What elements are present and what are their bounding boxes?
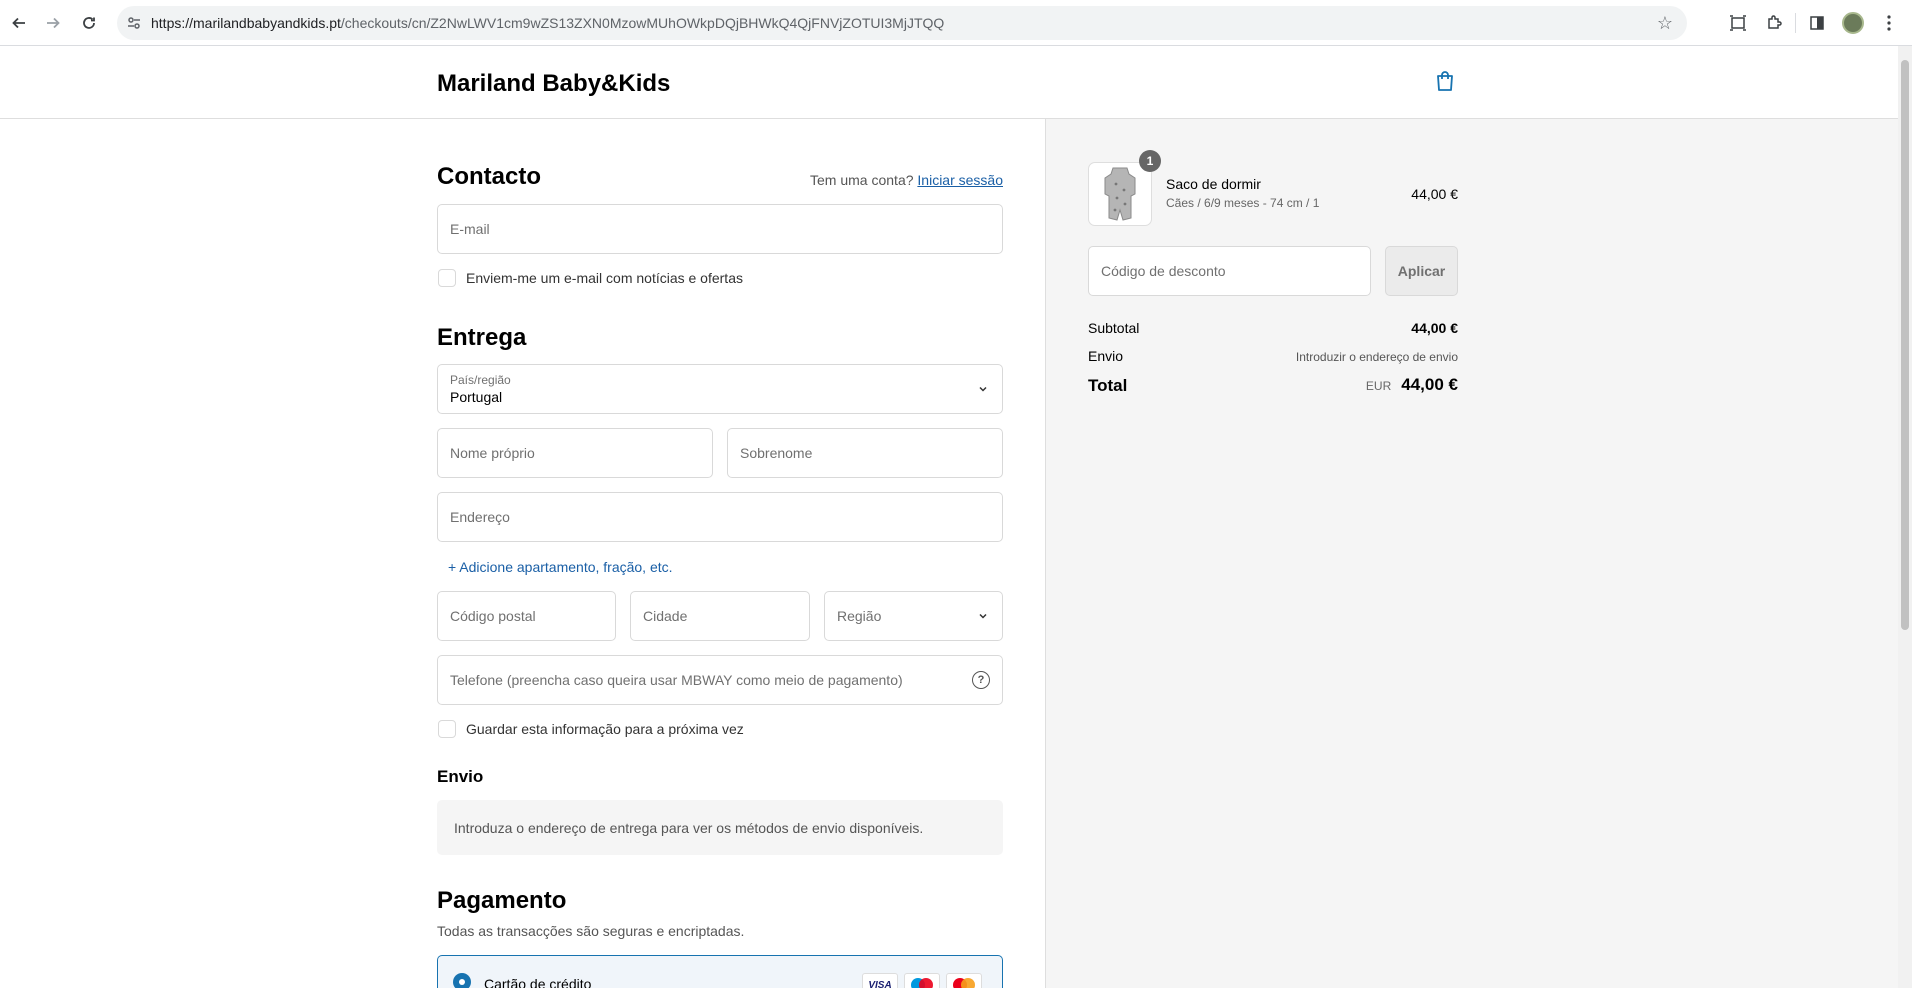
payment-heading: Pagamento (437, 887, 567, 914)
last-name-input[interactable] (740, 445, 990, 461)
account-prompt-text: Tem uma conta? (810, 172, 914, 188)
scrollbar-thumb[interactable] (1901, 60, 1909, 630)
mastercard-icon (946, 973, 982, 988)
save-info-checkbox[interactable] (438, 720, 456, 738)
url-path: /checkouts/cn/Z2NwLWV1cm9wZS13ZXN0MzowMU… (340, 15, 945, 31)
account-prompt: Tem uma conta? Iniciar sessão (810, 172, 1003, 188)
email-field[interactable] (437, 204, 1003, 254)
shipping-label: Envio (1088, 348, 1124, 364)
help-icon[interactable]: ? (972, 671, 990, 689)
email-input[interactable] (450, 221, 990, 237)
total-amount: EUR 44,00 € (1366, 375, 1458, 395)
country-label: País/região (450, 373, 511, 387)
chevron-down-icon (979, 386, 987, 392)
delivery-heading: Entrega (437, 324, 527, 351)
shopping-bag-icon[interactable] (1435, 70, 1457, 94)
payment-radio[interactable] (453, 973, 471, 988)
newsletter-checkbox[interactable] (438, 269, 456, 287)
first-name-input[interactable] (450, 445, 700, 461)
address-field[interactable] (437, 492, 1003, 542)
address-bar[interactable]: https://marilandbabyandkids.pt/checkouts… (117, 6, 1687, 40)
login-link[interactable]: Iniciar sessão (917, 172, 1003, 188)
country-select[interactable]: País/região Portugal (437, 364, 1003, 414)
shipping-notice: Introduza o endereço de entrega para ver… (437, 800, 1003, 855)
add-apartment-link[interactable]: + Adicione apartamento, fração, etc. (448, 559, 673, 575)
contact-heading: Contacto (437, 163, 541, 190)
quantity-badge: 1 (1139, 150, 1161, 172)
extensions-icon[interactable] (1759, 8, 1789, 38)
reload-icon[interactable] (74, 8, 104, 38)
product-variant: Cães / 6/9 meses - 74 cm / 1 (1166, 196, 1320, 210)
apply-discount-button[interactable]: Aplicar (1385, 246, 1458, 296)
payment-method-label: Cartão de crédito (484, 976, 592, 988)
forward-icon[interactable] (38, 8, 68, 38)
newsletter-label: Enviem-me um e-mail com notícias e ofert… (466, 270, 743, 286)
phone-field[interactable]: ? (437, 655, 1003, 705)
subtotal-value: 44,00 € (1411, 320, 1458, 336)
region-placeholder: Região (837, 608, 882, 624)
total-value: 44,00 € (1401, 375, 1458, 394)
discount-input[interactable] (1101, 263, 1358, 279)
bookmark-star-icon[interactable]: ☆ (1657, 13, 1673, 34)
region-select[interactable]: Região (824, 591, 1003, 641)
product-thumbnail (1088, 162, 1152, 226)
menu-kebab-icon[interactable] (1874, 8, 1904, 38)
shipping-value: Introduzir o endereço de envio (1295, 350, 1458, 364)
screen-capture-icon[interactable] (1723, 8, 1753, 38)
maestro-icon (904, 973, 940, 988)
url-host: https://marilandbabyandkids.pt (151, 15, 341, 31)
product-name: Saco de dormir (1166, 176, 1261, 192)
postal-code-input[interactable] (450, 608, 603, 624)
discount-field[interactable] (1088, 246, 1371, 296)
shipping-heading: Envio (437, 767, 484, 786)
city-field[interactable] (630, 591, 810, 641)
phone-input[interactable] (450, 672, 990, 688)
currency-code: EUR (1365, 379, 1392, 393)
side-panel-icon[interactable] (1802, 8, 1832, 38)
page-scrollbar[interactable] (1898, 46, 1912, 988)
product-price: 44,00 € (1411, 186, 1458, 202)
back-icon[interactable] (4, 8, 34, 38)
city-input[interactable] (643, 608, 797, 624)
sleeping-bag-image (1104, 167, 1136, 221)
store-logo[interactable]: Mariland Baby&Kids (437, 70, 670, 98)
avatar (1842, 12, 1864, 34)
payment-method-credit-card[interactable]: Cartão de crédito VISA (437, 955, 1003, 988)
chevron-down-icon (979, 613, 987, 619)
last-name-field[interactable] (727, 428, 1003, 478)
postal-code-field[interactable] (437, 591, 616, 641)
visa-icon: VISA (862, 973, 898, 988)
save-info-label: Guardar esta informação para a próxima v… (466, 721, 744, 737)
profile-avatar[interactable] (1838, 8, 1868, 38)
toolbar-divider (1795, 13, 1796, 33)
first-name-field[interactable] (437, 428, 713, 478)
payment-subtitle: Todas as transacções são seguras e encri… (437, 923, 745, 939)
total-label: Total (1088, 376, 1128, 395)
store-header: Mariland Baby&Kids (0, 46, 1898, 119)
country-value: Portugal (450, 389, 503, 405)
address-input[interactable] (450, 509, 990, 525)
browser-toolbar: https://marilandbabyandkids.pt/checkouts… (0, 0, 1912, 46)
site-info-icon[interactable] (117, 15, 151, 31)
subtotal-label: Subtotal (1088, 320, 1140, 336)
